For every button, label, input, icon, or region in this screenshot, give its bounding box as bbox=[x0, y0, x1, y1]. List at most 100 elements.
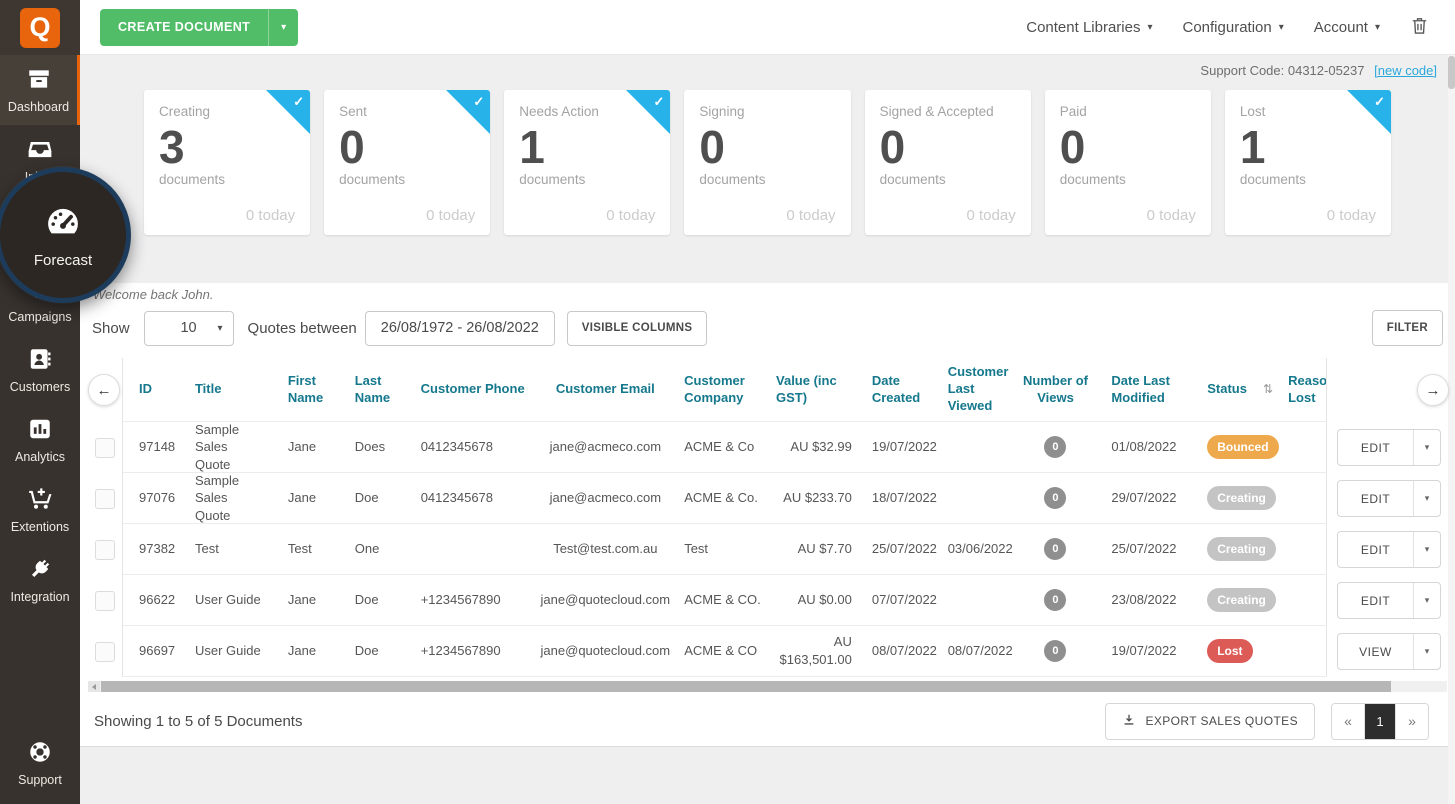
cell-email: jane@quotecloud.com bbox=[530, 591, 680, 609]
nav-account[interactable]: Account ▾ bbox=[1314, 19, 1380, 36]
pagination-page-1[interactable]: 1 bbox=[1364, 704, 1396, 739]
action-caret[interactable]: ▾ bbox=[1413, 634, 1440, 669]
row-action-button[interactable]: EDIT ▾ bbox=[1337, 582, 1441, 619]
nav-configuration[interactable]: Configuration ▾ bbox=[1183, 19, 1284, 36]
table-row[interactable]: 96622 User Guide Jane Doe +1234567890 ja… bbox=[80, 575, 1455, 626]
stat-card-lost[interactable]: Lost 1 documents 0 today ✓ bbox=[1225, 90, 1391, 235]
sidebar-item-label: Campaigns bbox=[8, 310, 71, 324]
cell-last-name: Does bbox=[330, 438, 396, 456]
create-document-label[interactable]: CREATE DOCUMENT bbox=[100, 9, 268, 46]
sidebar-item-extentions[interactable]: Extentions bbox=[0, 475, 80, 545]
sidebar-item-label: Customers bbox=[10, 380, 70, 394]
sidebar-item-label: Analytics bbox=[15, 450, 65, 464]
table-row[interactable]: 97076 Sample Sales Quote Jane Doe 041234… bbox=[80, 473, 1455, 524]
action-label[interactable]: EDIT bbox=[1338, 430, 1413, 465]
row-checkbox[interactable] bbox=[95, 489, 115, 509]
forecast-spotlight[interactable]: Forecast bbox=[0, 167, 131, 303]
sidebar-item-support[interactable]: Support bbox=[0, 728, 80, 798]
cell-value: AU $233.70 bbox=[768, 489, 868, 507]
pagination-next-button[interactable]: » bbox=[1396, 704, 1428, 739]
action-caret[interactable]: ▾ bbox=[1413, 583, 1440, 618]
col-header-customer-company[interactable]: Customer Company bbox=[680, 373, 768, 407]
table-row[interactable]: 97382 Test Test One Test@test.com.au Tes… bbox=[80, 524, 1455, 575]
col-header-status[interactable]: Status ⇅ bbox=[1203, 381, 1288, 398]
row-action-button[interactable]: EDIT ▾ bbox=[1337, 480, 1441, 517]
sidebar-item-integration[interactable]: Integration bbox=[0, 545, 80, 615]
col-header-id[interactable]: ID bbox=[123, 381, 173, 398]
stat-card-signing[interactable]: Signing 0 documents 0 today bbox=[684, 90, 850, 235]
chevron-down-icon: ▾ bbox=[1425, 646, 1430, 657]
vertical-scrollbar-thumb[interactable] bbox=[1448, 56, 1455, 89]
stat-card-paid[interactable]: Paid 0 documents 0 today bbox=[1045, 90, 1211, 235]
new-code-link[interactable]: [new code] bbox=[1374, 63, 1437, 78]
action-label[interactable]: EDIT bbox=[1338, 583, 1413, 618]
chevron-down-icon: ▾ bbox=[1147, 22, 1152, 33]
cell-title: Test bbox=[173, 540, 263, 558]
row-action-button[interactable]: VIEW ▾ bbox=[1337, 633, 1441, 670]
sidebar-item-customers[interactable]: Customers bbox=[0, 335, 80, 405]
cell-company: ACME & Co bbox=[680, 438, 768, 456]
table-row[interactable]: 96697 User Guide Jane Doe +1234567890 ja… bbox=[80, 626, 1455, 677]
nav-label: Account bbox=[1314, 19, 1368, 36]
address-book-icon bbox=[27, 346, 53, 375]
row-cells: 97076 Sample Sales Quote Jane Doe 041234… bbox=[122, 473, 1327, 524]
action-caret[interactable]: ▾ bbox=[1413, 430, 1440, 465]
stat-card-needs-action[interactable]: Needs Action 1 documents 0 today ✓ bbox=[504, 90, 670, 235]
col-header-number-of-views[interactable]: Number of Views bbox=[1014, 373, 1098, 407]
action-label[interactable]: VIEW bbox=[1338, 634, 1413, 669]
chevron-down-icon: ▾ bbox=[1425, 442, 1430, 453]
row-checkbox[interactable] bbox=[95, 591, 115, 611]
col-header-reason-lost[interactable]: Reason Lost bbox=[1288, 373, 1326, 407]
row-checkbox[interactable] bbox=[95, 540, 115, 560]
chevron-down-icon: ▾ bbox=[1375, 22, 1380, 33]
nav-content-libraries[interactable]: Content Libraries ▾ bbox=[1026, 19, 1152, 36]
cell-title: Sample Sales Quote bbox=[173, 473, 263, 524]
filter-button[interactable]: FILTER bbox=[1372, 310, 1443, 346]
views-badge: 0 bbox=[1044, 436, 1066, 458]
create-document-button[interactable]: CREATE DOCUMENT ▾ bbox=[100, 9, 298, 46]
create-document-caret[interactable]: ▾ bbox=[268, 9, 298, 46]
export-sales-quotes-button[interactable]: EXPORT SALES QUOTES bbox=[1105, 703, 1315, 740]
sidebar-item-dashboard[interactable]: Dashboard bbox=[0, 55, 80, 125]
col-header-title[interactable]: Title bbox=[173, 381, 263, 398]
date-range-input[interactable]: 26/08/1972 - 26/08/2022 bbox=[365, 311, 555, 346]
check-icon: ✓ bbox=[1374, 94, 1385, 110]
scrollbar-thumb[interactable] bbox=[101, 681, 1391, 692]
row-action-button[interactable]: EDIT ▾ bbox=[1337, 531, 1441, 568]
header-cells: ID Title First Name Last Name Customer P… bbox=[122, 358, 1327, 422]
action-label[interactable]: EDIT bbox=[1338, 481, 1413, 516]
action-caret[interactable]: ▾ bbox=[1413, 481, 1440, 516]
col-header-last-name[interactable]: Last Name bbox=[330, 373, 396, 407]
page-size-select[interactable]: 10 ▾ bbox=[144, 311, 234, 346]
action-label[interactable]: EDIT bbox=[1338, 532, 1413, 567]
stat-card-signed-accepted[interactable]: Signed & Accepted 0 documents 0 today bbox=[865, 90, 1031, 235]
row-action-button[interactable]: EDIT ▾ bbox=[1337, 429, 1441, 466]
col-header-first-name[interactable]: First Name bbox=[263, 373, 330, 407]
pagination-prev-button[interactable]: « bbox=[1332, 704, 1364, 739]
row-checkbox[interactable] bbox=[95, 438, 115, 458]
col-header-customer-email[interactable]: Customer Email bbox=[530, 381, 680, 398]
cell-value: AU $163,501.00 bbox=[768, 633, 868, 668]
sort-icon[interactable]: ⇅ bbox=[1263, 382, 1273, 398]
col-header-customer-last-viewed[interactable]: Customer Last Viewed bbox=[948, 364, 1014, 415]
visible-columns-button[interactable]: VISIBLE COLUMNS bbox=[567, 311, 708, 346]
cell-first-name: Jane bbox=[263, 591, 330, 609]
cell-email: jane@acmeco.com bbox=[530, 489, 680, 507]
stat-card-creating[interactable]: Creating 3 documents 0 today ✓ bbox=[144, 90, 310, 235]
stat-card-sent[interactable]: Sent 0 documents 0 today ✓ bbox=[324, 90, 490, 235]
row-checkbox[interactable] bbox=[95, 642, 115, 662]
scroll-right-button[interactable]: → bbox=[1417, 374, 1449, 406]
scrollbar-left-button[interactable] bbox=[88, 681, 100, 692]
sidebar-item-analytics[interactable]: Analytics bbox=[0, 405, 80, 475]
sidebar-item-label: Extentions bbox=[11, 520, 69, 534]
app-logo[interactable]: Q bbox=[20, 8, 60, 48]
scroll-left-button[interactable]: ← bbox=[88, 374, 120, 406]
table-row[interactable]: 97148 Sample Sales Quote Jane Does 04123… bbox=[80, 422, 1455, 473]
col-header-customer-phone[interactable]: Customer Phone bbox=[396, 381, 531, 398]
views-badge: 0 bbox=[1044, 487, 1066, 509]
col-header-date-last-modified[interactable]: Date Last Modified bbox=[1097, 373, 1203, 407]
col-header-value[interactable]: Value (inc GST) bbox=[768, 373, 868, 407]
col-header-date-created[interactable]: Date Created bbox=[868, 373, 948, 407]
action-caret[interactable]: ▾ bbox=[1413, 532, 1440, 567]
trash-button[interactable] bbox=[1410, 15, 1429, 40]
